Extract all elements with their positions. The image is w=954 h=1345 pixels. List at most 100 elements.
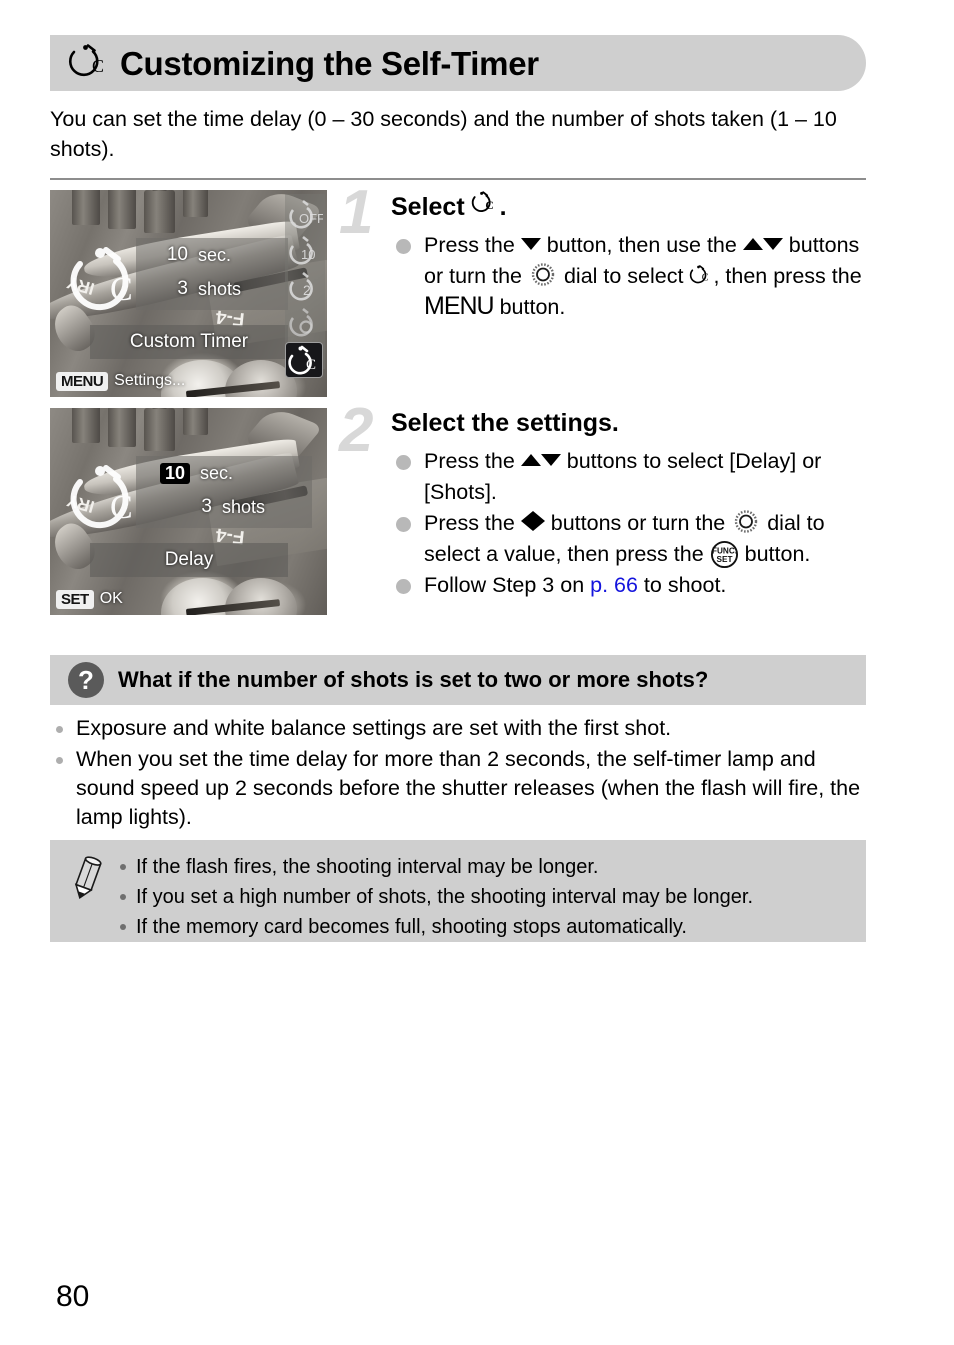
custom-self-timer-icon: C [69, 44, 104, 77]
step-2-title: Select the settings. [391, 408, 868, 438]
osd-badge-text: Settings... [114, 372, 186, 389]
osd-delay-unit: sec. [200, 462, 234, 483]
note-item: If you set a high number of shots, the s… [114, 882, 866, 912]
osd-delay-unit: sec. [198, 244, 232, 265]
page-title-bar: C Customizing the Self-Timer [50, 35, 866, 91]
osd-value-panel: 10 sec. 3 shots [136, 456, 312, 528]
control-dial-icon [531, 262, 555, 286]
up-arrow-button-icon [520, 454, 541, 466]
step-2-bullet-3: Follow Step 3 on p. 66 to shoot. [391, 570, 868, 601]
svg-text:2: 2 [303, 282, 311, 298]
text-run: dial to select [557, 263, 690, 288]
pencil-icon [74, 856, 102, 900]
step-1-bullets: Press the button, then use the buttons o… [391, 230, 868, 323]
question-mark-icon: ? [68, 662, 104, 698]
custom-self-timer-icon: C [471, 191, 493, 212]
qa-title: What if the number of shots is set to tw… [118, 667, 709, 692]
osd-shots-unit: shots [198, 278, 242, 299]
control-dial-icon [735, 510, 758, 533]
osd-delay-value-selected[interactable]: 10 [160, 462, 191, 484]
osd-shots-value[interactable]: 3 [136, 496, 212, 518]
timer-off-icon[interactable]: OFF [287, 198, 325, 232]
osd-delay-value: 10 [166, 244, 188, 265]
step-1-number: 1 [339, 178, 374, 247]
timer-2sec-icon[interactable]: 2 [287, 270, 323, 304]
text-run: , then press the [713, 263, 862, 288]
step-2-body: 2 Select the settings. Press the buttons… [339, 400, 868, 602]
paint-jar [108, 190, 136, 230]
svg-text:C: C [485, 199, 493, 212]
note-list: If the flash fires, the shooting interva… [114, 852, 866, 942]
osd-menu-hint: MENU Settings... [56, 370, 185, 392]
osd-delay-row: 10 sec. [136, 458, 312, 488]
qa-list: Exposure and white balance settings are … [50, 714, 868, 834]
down-arrow-button-icon [762, 238, 783, 250]
note-box: If the flash fires, the shooting interva… [50, 840, 866, 942]
camera-screen-step-1: IRY F-4 C 10 sec. 3 shots Custom Timer O… [50, 190, 327, 397]
text-run: Press the [424, 511, 521, 535]
paint-jar [144, 190, 175, 234]
svg-text:C: C [702, 272, 709, 283]
face-self-timer-icon[interactable] [287, 306, 323, 340]
page-reference-link[interactable]: p. 66 [590, 573, 638, 597]
paint-jar [144, 408, 175, 452]
right-arrow-button-icon [532, 511, 545, 531]
qa-item: When you set the time delay for more tha… [50, 745, 868, 832]
down-arrow-button-icon [540, 454, 561, 466]
paint-jar [108, 408, 136, 448]
osd-shots-value: 3 [177, 278, 188, 299]
step-2-bullets: Press the buttons to select [Delay] or [… [391, 446, 868, 601]
svg-text:FUNC.: FUNC. [712, 546, 737, 555]
func-set-button-icon: FUNC.SET [710, 540, 738, 568]
paint-jar [72, 190, 100, 226]
down-arrow-button-icon [520, 238, 541, 250]
step-1: IRY F-4 C 10 sec. 3 shots Custom Timer O… [50, 182, 868, 397]
menu-button-label: MENU [424, 292, 495, 320]
osd-badge-text: OK [99, 590, 123, 607]
text-run: button. [738, 541, 811, 566]
text-run: Follow Step 3 on [424, 573, 591, 597]
svg-text:C: C [110, 489, 133, 526]
up-arrow-button-icon [742, 238, 763, 250]
svg-text:OFF: OFF [299, 211, 323, 226]
osd-mode-label-bar: Delay [90, 543, 288, 577]
osd-value-panel: 10 sec. 3 shots [136, 238, 288, 310]
text-run: button. [493, 295, 566, 319]
left-arrow-button-icon [520, 511, 533, 531]
step-1-title-text: Select [391, 193, 465, 221]
text-run: button, then use the [540, 233, 743, 257]
section-divider [50, 178, 866, 180]
text-run: to shoot. [637, 573, 727, 597]
note-item: If the memory card becomes full, shootin… [114, 912, 866, 942]
svg-text:10: 10 [301, 247, 315, 262]
text-run: buttons or turn the [544, 511, 732, 535]
osd-shots-unit: shots [222, 496, 266, 517]
page-number: 80 [56, 1280, 90, 1313]
qa-item: Exposure and white balance settings are … [50, 714, 868, 743]
osd-shots-row: 3 shots [136, 492, 312, 522]
step-2-bullet-1: Press the buttons to select [Delay] or [… [391, 446, 868, 507]
step-1-title: Select C . [391, 190, 868, 222]
intro-paragraph: You can set the time delay (0 – 30 secon… [50, 107, 837, 161]
svg-text:SET: SET [716, 555, 732, 564]
osd-timer-mode-rail: OFF 10 2 C [285, 194, 325, 378]
step-1-bullet-1: Press the button, then use the buttons o… [391, 230, 868, 323]
osd-badge-key: SET [56, 589, 94, 609]
text-run: Press the [424, 449, 521, 473]
page-title: Customizing the Self-Timer [120, 44, 539, 82]
step-2-bullet-2: Press the buttons or turn the dial to se… [391, 508, 868, 569]
custom-self-timer-icon: C [690, 264, 709, 283]
osd-mode-label: Custom Timer [129, 331, 249, 352]
paint-jar [182, 190, 208, 217]
text-run: Press the [424, 233, 521, 257]
camera-screen-step-2: IRY F-4 C 10 sec. 3 shots Delay SET OK [50, 408, 327, 615]
osd-mode-label-bar: Custom Timer [90, 325, 288, 359]
step-2: IRY F-4 C 10 sec. 3 shots Delay SET OK 2… [50, 400, 868, 615]
note-item: If the flash fires, the shooting interva… [114, 852, 866, 882]
step-1-body: 1 Select C . Press the button, then use … [339, 182, 868, 324]
custom-self-timer-icon-active[interactable]: C [285, 342, 323, 378]
step-2-number: 2 [339, 396, 374, 465]
svg-text:C: C [92, 56, 104, 76]
osd-mode-label: Delay [164, 549, 214, 570]
timer-10sec-icon[interactable]: 10 [287, 234, 323, 268]
